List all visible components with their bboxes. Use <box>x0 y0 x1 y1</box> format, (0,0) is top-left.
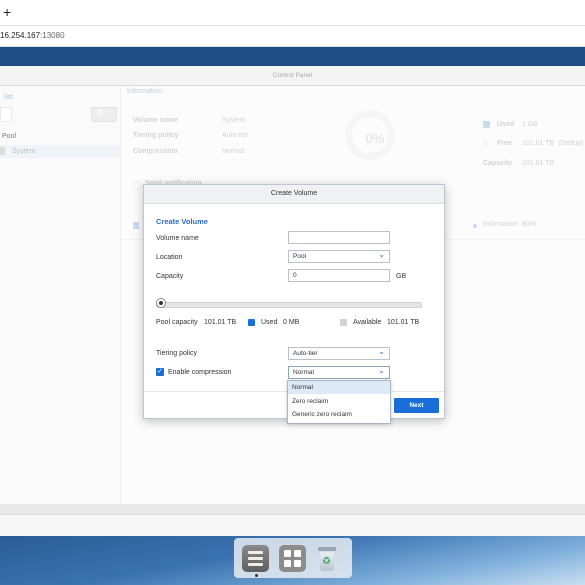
compression-value: Normal <box>293 369 314 376</box>
available-label: Available <box>353 319 382 326</box>
dropdown-option-normal[interactable]: Normal <box>288 381 390 394</box>
compression-checkbox[interactable]: ✓ <box>156 368 164 376</box>
dialog-header: Create Volume <box>144 185 444 204</box>
url-text[interactable]: 16.254.167:13080 <box>0 31 65 40</box>
app-grid-icon[interactable] <box>279 545 306 572</box>
browser-tab-bar: + <box>0 0 585 26</box>
capacity-input[interactable]: 0 <box>288 269 390 282</box>
location-value: Pool <box>293 253 307 260</box>
dropdown-option-generic-zero-reclaim[interactable]: Generic zero reclaim <box>288 408 390 421</box>
dialog-title: Create Volume <box>270 190 318 197</box>
compression-select[interactable]: Normal <box>288 366 390 379</box>
tiering-select[interactable]: Auto-tier <box>288 347 390 360</box>
capacity-unit: GB <box>396 273 407 280</box>
dock: ♻ <box>234 538 352 578</box>
volume-name-input[interactable] <box>288 231 390 244</box>
compression-label: Enable compression <box>168 369 232 376</box>
app-header-band <box>0 47 585 66</box>
url-port: :13080 <box>40 31 65 40</box>
available-legend-dot <box>340 319 347 326</box>
compression-dropdown-list: Normal Zero reclaim Generic zero reclaim <box>287 380 391 424</box>
address-bar[interactable]: 16.254.167:13080 <box>0 26 585 47</box>
tiering-label: Tiering policy <box>156 350 197 357</box>
used-value: 0 MB <box>283 319 300 326</box>
tiering-value: Auto-tier <box>293 350 318 357</box>
location-select[interactable]: Pool <box>288 250 390 263</box>
scroll-strip <box>0 504 585 514</box>
used-legend-dot <box>248 319 255 326</box>
pool-capacity-label: Pool capacity <box>156 319 198 326</box>
capacity-slider-handle[interactable] <box>156 298 166 308</box>
pool-capacity-value: 101.01 TB <box>204 319 237 326</box>
capacity-label: Capacity <box>156 273 184 280</box>
used-label: Used <box>261 319 278 326</box>
status-bar <box>0 514 585 537</box>
running-indicator <box>255 574 258 577</box>
url-host: 16.254.167 <box>0 31 41 40</box>
new-tab-button[interactable]: + <box>3 5 11 19</box>
capacity-slider-track[interactable] <box>156 302 422 308</box>
section-heading: Create Volume <box>156 217 208 226</box>
dropdown-option-zero-reclaim[interactable]: Zero reclaim <box>288 395 390 408</box>
location-label: Location <box>156 254 183 261</box>
storage-manager-icon[interactable] <box>242 545 269 572</box>
control-panel-titlebar: Control Panel <box>0 66 585 86</box>
volume-name-label: Volume name <box>156 235 199 242</box>
recycle-bin-icon[interactable]: ♻ <box>318 547 336 571</box>
next-button[interactable]: Next <box>394 398 439 413</box>
available-value: 101.01 TB <box>387 319 420 326</box>
control-panel-title: Control Panel <box>272 72 313 79</box>
